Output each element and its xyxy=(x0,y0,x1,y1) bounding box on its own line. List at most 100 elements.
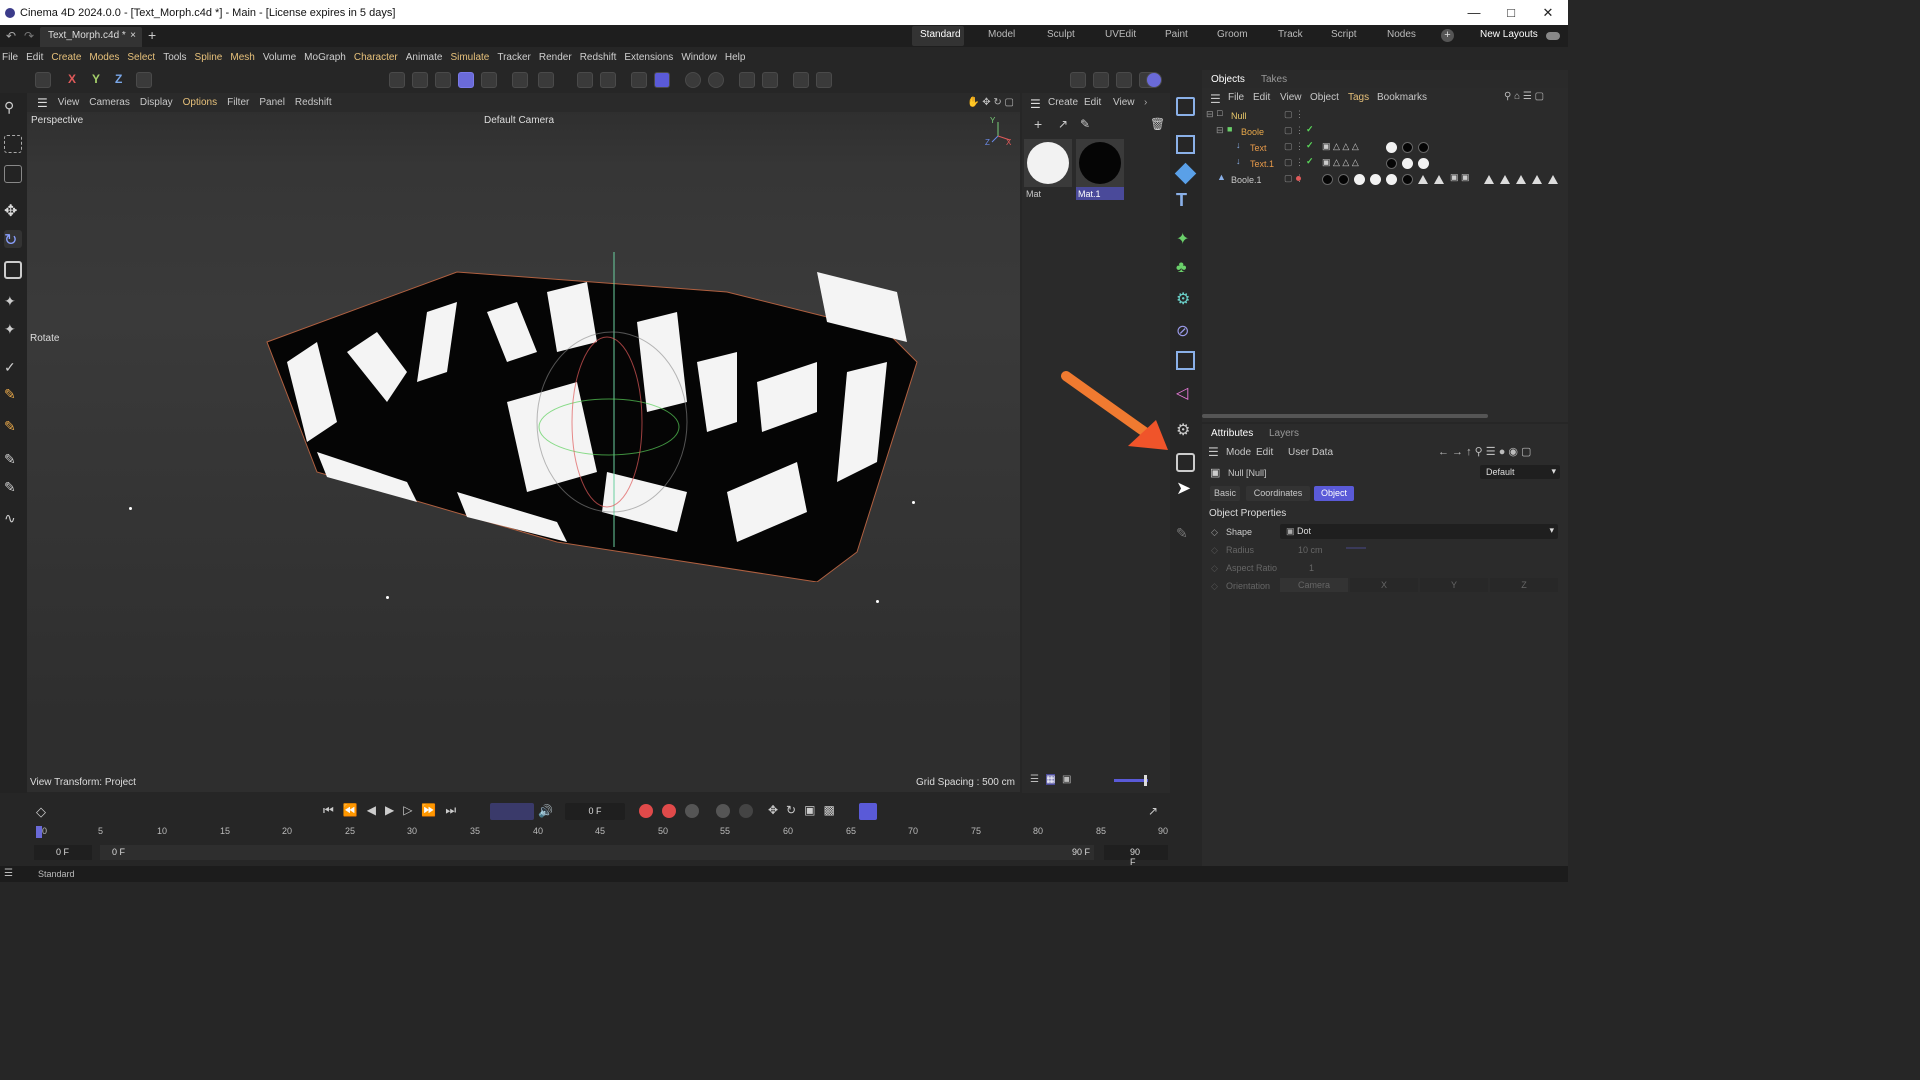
tweak-mode-icon[interactable] xyxy=(538,72,554,88)
menu-extensions[interactable]: Extensions xyxy=(624,52,673,63)
layout-model[interactable]: Model xyxy=(988,29,1015,40)
solo-off-icon[interactable] xyxy=(685,72,701,88)
shape-dropdown[interactable]: ▣ Dot ▾ xyxy=(1280,524,1558,539)
close-window-button[interactable]: ✕ xyxy=(1528,0,1568,25)
attributes-hamburger-icon[interactable]: ☰ xyxy=(1208,445,1219,459)
current-frame-field[interactable]: 0 F xyxy=(565,803,625,820)
menu-animate[interactable]: Animate xyxy=(406,52,443,63)
object-name[interactable]: Null xyxy=(1231,111,1247,121)
selection-tag-icon[interactable] xyxy=(1484,175,1494,184)
key-type-icons[interactable]: ✥↻▣▩ xyxy=(768,803,843,817)
viewport-solo-icon[interactable] xyxy=(793,72,809,88)
viewport-nav-icons[interactable]: ✋ ✥ ↻ ▢ xyxy=(967,97,1014,108)
large-view-icon[interactable]: ▣ xyxy=(1062,774,1071,785)
objects-tool-icons[interactable]: ⚲ ⌂ ☰ ▢ xyxy=(1504,91,1544,102)
keyframe-settings-icon[interactable] xyxy=(685,804,699,818)
collapse-icon[interactable]: ⊟ xyxy=(1206,109,1214,120)
viewport-menu-panel[interactable]: Panel xyxy=(259,97,285,108)
pen-icon[interactable]: ✎ xyxy=(4,451,22,469)
tag-icons[interactable]: ▣ ▣ xyxy=(1450,172,1470,183)
3d-viewport[interactable]: Perspective Default Camera Rotate View T… xyxy=(27,112,1020,792)
objects-menu-tags[interactable]: Tags xyxy=(1348,92,1369,103)
objects-hamburger-icon[interactable]: ☰ xyxy=(1210,92,1221,106)
apply-material-icon[interactable]: ↗ xyxy=(1058,117,1068,131)
search-icon[interactable]: ⚲ xyxy=(4,99,22,117)
selection-tag-icon[interactable] xyxy=(1434,175,1444,184)
add-material-icon[interactable]: + xyxy=(1034,116,1042,132)
visibility-icon[interactable]: ▢ ⋮ xyxy=(1284,157,1304,168)
environment-icon[interactable]: ⚙ xyxy=(1176,420,1195,439)
camera-name[interactable]: Default Camera xyxy=(484,115,554,126)
selection-tag-icon[interactable] xyxy=(1516,175,1526,184)
tag-icons[interactable]: ▣ △ △ △ xyxy=(1322,141,1359,152)
material-tag-white[interactable] xyxy=(1386,142,1397,153)
text-morph-model[interactable] xyxy=(257,252,937,582)
layout-sculpt[interactable]: Sculpt xyxy=(1047,29,1075,40)
redshift-ipr-icon[interactable] xyxy=(1146,72,1162,88)
minimize-button[interactable]: — xyxy=(1454,0,1494,25)
camera-object-icon[interactable] xyxy=(1176,453,1195,472)
material-tag-black[interactable] xyxy=(1402,142,1413,153)
object-name[interactable]: Boole xyxy=(1241,127,1264,137)
layout-track[interactable]: Track xyxy=(1278,29,1303,40)
menu-mograph[interactable]: MoGraph xyxy=(304,52,346,63)
object-name[interactable]: Text xyxy=(1250,143,1267,153)
grid-view-icon[interactable]: ▦ xyxy=(1046,774,1056,785)
visibility-icon[interactable]: ▢ ⋮ xyxy=(1284,125,1304,136)
knife-icon[interactable]: ✓ xyxy=(4,359,22,377)
text-object-icon[interactable]: T xyxy=(1176,190,1195,210)
zoom-slider[interactable] xyxy=(1114,779,1148,782)
viewport-menu-view[interactable]: View xyxy=(58,97,80,108)
visibility-icon[interactable]: ▢ ⋮ xyxy=(1284,141,1304,152)
viewport-menu-redshift[interactable]: Redshift xyxy=(295,97,332,108)
solo-icon[interactable] xyxy=(708,72,724,88)
object-mode-icon[interactable] xyxy=(458,72,474,88)
viewport-menu-display[interactable]: Display xyxy=(140,97,173,108)
menu-modes[interactable]: Modes xyxy=(89,52,119,63)
light-icon[interactable]: ✎ xyxy=(1176,525,1195,544)
scale-icon[interactable] xyxy=(4,261,22,279)
status-hamburger-icon[interactable]: ☰ xyxy=(4,868,13,879)
spline-icon[interactable]: ∿ xyxy=(4,510,22,528)
tag-icons[interactable]: ▣ △ △ △ xyxy=(1322,157,1359,168)
tab-layers[interactable]: Layers xyxy=(1269,428,1299,439)
chevron-right-icon[interactable]: › xyxy=(1144,97,1147,108)
loop-buttons[interactable] xyxy=(490,803,534,820)
render-view-icon[interactable] xyxy=(1070,72,1086,88)
tab-objects[interactable]: Objects xyxy=(1211,74,1245,85)
deformer-icon[interactable]: ⊘ xyxy=(1176,321,1195,340)
render-picture-viewer-icon[interactable] xyxy=(1093,72,1109,88)
key-interp-icon[interactable] xyxy=(739,804,753,818)
snap-to-icon[interactable]: ✦ xyxy=(4,321,22,339)
points-mode-icon[interactable] xyxy=(389,72,405,88)
grid-icon[interactable] xyxy=(631,72,647,88)
trash-icon[interactable]: 🗑 xyxy=(1150,117,1165,131)
close-tab-icon[interactable]: × xyxy=(130,30,136,41)
mograph-icon[interactable]: ♣ xyxy=(1176,259,1195,278)
undo-icon[interactable]: ↶ xyxy=(6,29,16,43)
maximize-button[interactable]: □ xyxy=(1491,0,1531,25)
menu-volume[interactable]: Volume xyxy=(263,52,296,63)
objects-menu-file[interactable]: File xyxy=(1228,92,1244,103)
menu-edit[interactable]: Edit xyxy=(26,52,43,63)
menu-redshift[interactable]: Redshift xyxy=(580,52,617,63)
model-mode-icon[interactable] xyxy=(35,72,51,88)
objects-menu-bookmarks[interactable]: Bookmarks xyxy=(1377,92,1427,103)
material-tag-black[interactable] xyxy=(1402,174,1413,185)
material-tag-white[interactable] xyxy=(1418,158,1429,169)
add-layout-icon[interactable]: + xyxy=(1441,29,1454,42)
viewport-menu-options[interactable]: Options xyxy=(183,97,217,108)
new-tab-icon[interactable]: + xyxy=(148,27,156,43)
object-row-boole[interactable]: ⊟ ■ Boole ▢ ⋮ ✓ xyxy=(1202,124,1568,140)
menu-create[interactable]: Create xyxy=(51,52,81,63)
render-region-icon[interactable] xyxy=(816,72,832,88)
transfer-icon[interactable]: ✦ xyxy=(4,293,22,311)
timeline-ruler[interactable]: 0 5 10 15 20 25 30 35 40 45 50 55 60 65 … xyxy=(36,822,1168,838)
material-menu-create[interactable]: Create xyxy=(1048,97,1078,108)
axis-mode-icon[interactable] xyxy=(512,72,528,88)
cube-icon[interactable] xyxy=(1174,162,1197,185)
viewport-menu-cameras[interactable]: Cameras xyxy=(89,97,130,108)
material-tag-black[interactable] xyxy=(1418,142,1429,153)
menu-simulate[interactable]: Simulate xyxy=(450,52,489,63)
snap-icon[interactable] xyxy=(577,72,593,88)
